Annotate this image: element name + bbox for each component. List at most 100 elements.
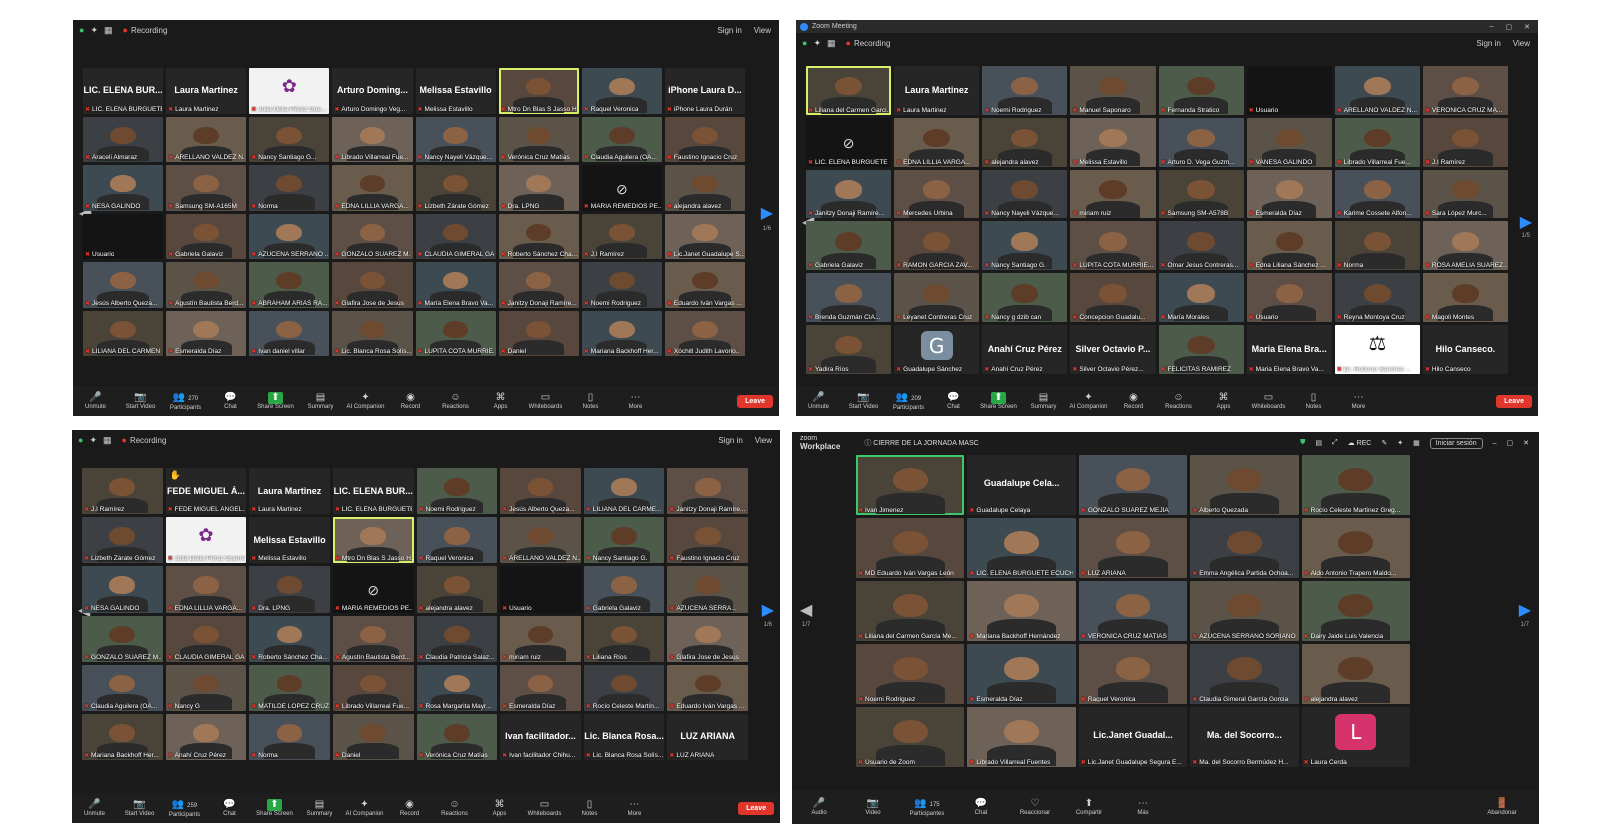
toolbar-notes-button[interactable]: ▯ Notes [568, 392, 613, 410]
cloud-rec-status[interactable]: ☁ REC [1348, 439, 1372, 447]
toolbar-more-button[interactable]: ⋯ More [1336, 392, 1381, 410]
toolbar-video-off-button[interactable]: 📷 Start Video [117, 799, 162, 817]
toolbar-chat-button[interactable]: 💬 Chat [931, 392, 976, 410]
participant-tile[interactable]: ✖ Usuario [1246, 273, 1332, 323]
participant-tile[interactable]: ✖ Usuario [1246, 66, 1332, 115]
view-button[interactable]: View [1513, 39, 1530, 48]
participant-tile[interactable]: ✖ NESA GALINDO [82, 566, 163, 613]
toolbar-whiteboards-button[interactable]: ▭ Whiteboards [523, 392, 568, 410]
toolbar-reactions-button[interactable]: ♡ Reaccionar [1008, 798, 1062, 816]
toolbar-summary-button[interactable]: ▤ Summary [297, 799, 342, 817]
participant-tile[interactable]: ✖ Esmeralda Díaz [967, 644, 1076, 704]
leave-button[interactable]: Leave [738, 801, 774, 815]
participant-tile[interactable]: Arturo Doming... ✖ Arturo Domingo Veg... [332, 68, 413, 114]
participant-tile[interactable]: ✖ Leyanet Contreras Cruz [894, 273, 980, 323]
participant-tile[interactable]: Melissa Estavillo ✖ Melissa Estavillo [415, 68, 496, 114]
participant-tile[interactable]: ✖ Raquel Veronica [1078, 644, 1188, 704]
participant-tile[interactable]: ✖ Noemi Rodriguez [982, 66, 1068, 115]
participant-tile[interactable]: ✖ VERONICA CRUZ MATIAS [1078, 581, 1188, 641]
participant-tile[interactable]: Laura Martinez ✖ Laura Martinez [894, 66, 980, 115]
view-button[interactable]: View [755, 436, 772, 445]
participant-tile[interactable]: ✖ Ivan daniel villar [249, 310, 330, 356]
participant-tile[interactable]: ✖ Esmeralda Díaz [500, 664, 581, 711]
participant-tile[interactable]: ✖ Librado Villarreal Fue... [332, 116, 413, 162]
toolbar-mic-off-button[interactable]: 🎤 Audio [792, 798, 846, 816]
next-page-arrow-icon[interactable]: ▶ [761, 203, 773, 223]
participant-tile[interactable]: ✖ Nancy Nayeli Vázque... [982, 169, 1068, 219]
participant-tile[interactable]: ✖ Norma [249, 165, 330, 211]
participant-tile[interactable]: ✖ Nancy G [165, 664, 247, 711]
participant-tile[interactable]: ✖ Emma Angélica Partida Ochoa... [1190, 518, 1299, 578]
participant-tile[interactable]: ✖ Norma [249, 713, 330, 760]
participant-tile[interactable]: Ma. del Socorro... ✖ Ma. del Socorro Bermú… [1190, 707, 1299, 767]
participant-tile[interactable]: ✖ RAMON GARCIA ZAV... [894, 221, 980, 271]
participant-tile[interactable]: ✖ Roberto Sánchez Cha... [498, 213, 579, 259]
participant-tile[interactable]: ✖ Librado Villarreal Fue... [1334, 117, 1420, 167]
close-icon[interactable]: ✕ [1524, 23, 1530, 31]
toolbar-chat-button[interactable]: 💬 Chat [954, 798, 1008, 816]
participant-tile[interactable]: ✖ Gabriela Galaviz [166, 213, 247, 259]
participant-tile[interactable]: ✖ ARELLANO VALDEZ N... [166, 116, 247, 162]
participant-tile[interactable]: ✖ Mtro Dn Blas S Jasso H... [332, 517, 414, 564]
toolbar-notes-button[interactable]: ▯ Notes [567, 799, 612, 817]
participant-tile[interactable]: ✖ ARELLANO VALDEZ N... [500, 517, 581, 564]
participant-tile[interactable]: ✖ GONZALO SUÁREZ M... [332, 213, 413, 259]
participant-tile[interactable]: ✖ Yadira Ríos [806, 325, 892, 374]
wand-icon[interactable]: ✎ [1381, 439, 1387, 447]
participant-tile[interactable]: ✖ Raquel Veronica [581, 68, 662, 114]
participant-tile[interactable]: ✖ LILIANA DEL CARMEN [83, 310, 164, 356]
participant-tile[interactable]: ✖ Faustino Ignacio Cruz [664, 116, 745, 162]
participant-tile[interactable]: ✖ Agustín Bautista Berd... [166, 262, 247, 308]
fullscreen-icon[interactable]: ⤢ [1332, 439, 1338, 447]
participant-tile[interactable]: ✖ Gabriela Galaviz [806, 221, 892, 271]
participant-tile[interactable]: ✖ Claudia Aguilera (OA... [82, 664, 163, 711]
participant-tile[interactable]: ✖ Glafira Jose de Jesus [332, 262, 413, 308]
close-icon[interactable]: ✕ [1523, 439, 1529, 447]
toolbar-reactions-button[interactable]: ☺ Reactions [432, 799, 477, 817]
sign-in-link[interactable]: Sign in [718, 436, 742, 445]
participant-tile[interactable]: Lic. Blanca Rosa... ✖ Lic. Blanca Rosa Sol… [583, 713, 665, 760]
participant-tile[interactable]: ✖ Alberto Quezada [1190, 455, 1299, 515]
participant-tile[interactable]: ✖ Manuel Saponaro [1070, 66, 1156, 115]
participant-tile[interactable]: ✖ Faustino Ignacio Cruz [667, 517, 748, 564]
participant-tile[interactable]: ✖ VERONICA CRUZ MA... [1422, 66, 1508, 115]
participant-tile[interactable]: ⚖ ✖ Dr. Roberto Sánchez ... [1334, 325, 1420, 374]
toolbar-whiteboards-button[interactable]: ▭ Whiteboards [1246, 392, 1291, 410]
toolbar-reactions-button[interactable]: ☺ Reactions [1156, 392, 1201, 410]
participant-tile[interactable]: ✖ Melissa Estavillo [1070, 117, 1156, 167]
participant-tile[interactable]: ✖ Mtro Dn Blas S Jasso H... [498, 68, 579, 114]
leave-button[interactable]: Leave [1496, 394, 1532, 408]
participant-tile[interactable]: ✖ Raquel Veronica [416, 517, 498, 564]
participant-tile[interactable]: ✖ Dra. LPNG [498, 165, 579, 211]
participant-tile[interactable]: ✖ EDNA LILLIA VARGA... [165, 566, 247, 613]
toolbar-video-off-button[interactable]: 📷 Start Video [118, 392, 163, 410]
toolbar-whiteboards-button[interactable]: ▭ Whiteboards [522, 799, 567, 817]
participant-tile[interactable]: Hilo Canseco. ✖ Hilo Canseco [1422, 325, 1508, 374]
participant-tile[interactable]: ✖ Verónica Cruz Matías [498, 116, 579, 162]
toolbar-ai-companion-button[interactable]: ✦ AI Companion [343, 392, 388, 410]
participant-tile[interactable]: ✖ J.I Ramírez [82, 468, 163, 515]
toolbar-summary-button[interactable]: ▤ Summary [1021, 392, 1066, 410]
participant-tile[interactable]: ✖ miriam ruiz [1070, 169, 1156, 219]
participant-tile[interactable]: ✖ LIC. ELENA BURGUETE ECUCH... [967, 518, 1076, 578]
participant-tile[interactable]: ✖ LUPITA COTA MURRIE... [1070, 221, 1156, 271]
toolbar-record-button[interactable]: ◉ Record [1111, 392, 1156, 410]
participant-tile[interactable]: ✖ Rosa Margarita Mayr... [416, 664, 498, 711]
abandon-button[interactable]: 🚪 Abandonar [1475, 798, 1529, 816]
security-shield-icon[interactable]: ● [802, 38, 807, 48]
participant-tile[interactable]: ✖ Liliana del Carmen Garci... [806, 66, 892, 115]
participant-tile[interactable]: Lic.Janet Guadal... ✖ Lic.Janet Guadalupe … [1078, 707, 1188, 767]
participant-tile[interactable]: ✖ Edna Liliana Sánchez ... [1246, 221, 1332, 271]
participant-tile[interactable]: ✖ AZUCENA SERRANO SORIANO [1190, 581, 1299, 641]
toolbar-chat-button[interactable]: 💬 Chat [207, 799, 252, 817]
participant-tile[interactable]: ✖ Claudia Aguilera (OA... [581, 116, 662, 162]
toolbar-ai-companion-button[interactable]: ✦ AI Companion [1066, 392, 1111, 410]
toolbar-mic-off-button[interactable]: 🎤 Unmute [72, 799, 117, 817]
participant-tile[interactable]: ✖ LUZ ARIANA [1078, 518, 1188, 578]
participant-tile[interactable]: ✖ alejandra alavez [1301, 644, 1410, 704]
participant-tile[interactable]: ✖ J.I Ramírez [1422, 117, 1508, 167]
participant-tile[interactable]: Laura Martinez ✖ Laura Martinez [249, 468, 330, 515]
participant-tile[interactable]: ✖ Jesús Alberto Queza... [500, 468, 581, 515]
sign-in-link[interactable]: Sign in [717, 26, 741, 35]
participant-tile[interactable]: Melissa Estavillo ✖ Melissa Estavillo [249, 517, 330, 564]
